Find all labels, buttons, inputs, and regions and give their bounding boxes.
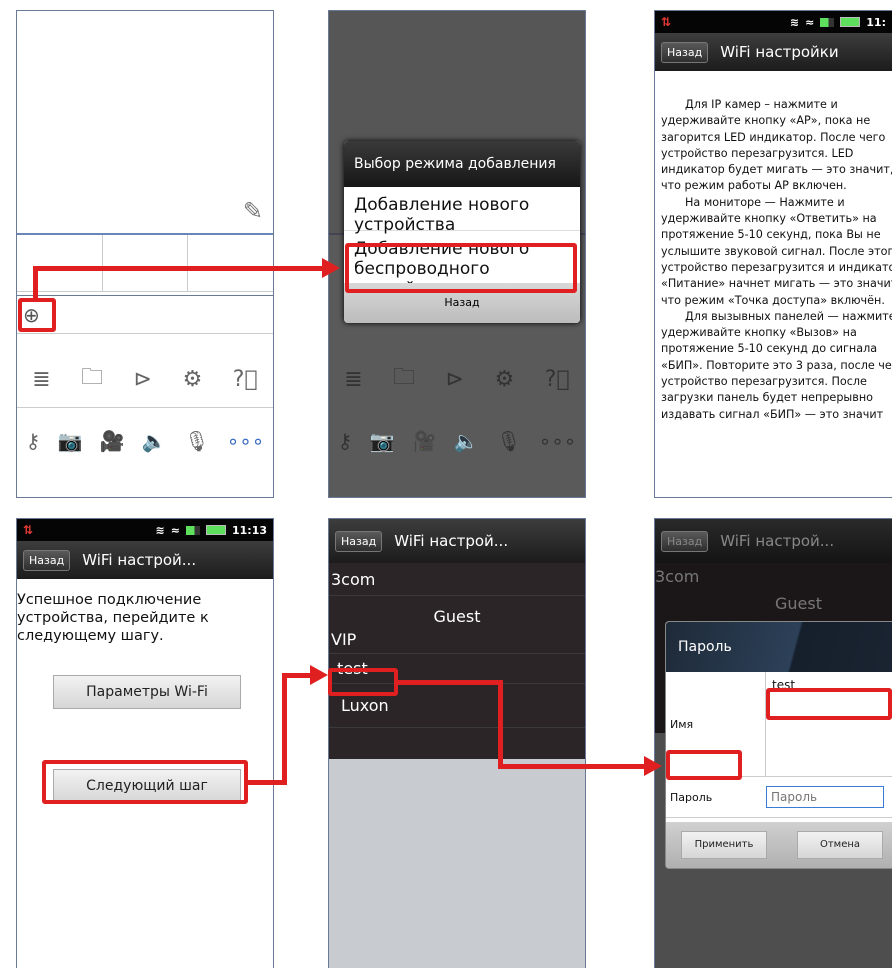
dialog-title: Выбор режима добавления bbox=[344, 141, 580, 187]
key-icon: ⚷ bbox=[337, 429, 353, 453]
vibrate-icon: ≋ bbox=[789, 15, 800, 29]
flow-arrow-3-head bbox=[644, 756, 662, 776]
title-bar: Назад WiFi настрой... bbox=[655, 519, 892, 563]
panel-network-list: Назад WiFi настрой... 3com Guest VIP tes… bbox=[328, 518, 586, 968]
battery-icon bbox=[840, 17, 861, 27]
password-dialog: Пароль Имя test Пароль Применить Отмена bbox=[665, 621, 892, 869]
wifi-icon: ≈ bbox=[170, 523, 180, 537]
highlight-next-step bbox=[42, 760, 248, 804]
back-button[interactable]: Назад bbox=[335, 530, 383, 552]
title-bar: Назад WiFi настрой... bbox=[329, 519, 585, 563]
signal-icon bbox=[820, 17, 835, 27]
panel-connection-success: ⇅ ≋ ≈11:13 Назад WiFi настрой... Успешное… bbox=[16, 518, 274, 968]
play-icon: ⊳ bbox=[445, 366, 465, 392]
gear-icon[interactable]: ⚙ bbox=[183, 367, 203, 392]
panel-password-dialog: Назад WiFi настрой... 3com Guest Пароль … bbox=[654, 518, 892, 968]
toolbar-row-2: ⚷ 📷 🎥 🔈 🎙 ∘∘∘ bbox=[17, 419, 273, 463]
status-time: 11:13 bbox=[231, 523, 267, 537]
page-title: WiFi настройки bbox=[720, 43, 839, 61]
video-icon[interactable]: 🎥 bbox=[100, 429, 125, 453]
back-button[interactable]: Назад bbox=[23, 549, 71, 571]
list-icon[interactable]: ≣ bbox=[32, 367, 50, 392]
page-title: WiFi настрой... bbox=[394, 532, 509, 550]
mic-icon: 🎙 bbox=[496, 429, 522, 453]
network-item: Guest bbox=[775, 594, 822, 613]
wifi-params-button[interactable]: Параметры Wi-Fi bbox=[53, 675, 241, 709]
option-new-device[interactable]: Добавление нового устройства bbox=[344, 187, 580, 235]
flow-arrow-1-horizontal bbox=[33, 266, 323, 271]
help-icon: ?⃝ bbox=[544, 366, 570, 392]
help-icon[interactable]: ?⃝ bbox=[233, 367, 258, 392]
flow-arrow-3-horizontal-b bbox=[498, 764, 646, 769]
flow-arrow-2-vertical bbox=[282, 675, 287, 785]
highlight-wireless-option bbox=[345, 243, 577, 293]
flow-arrow-2-horizontal-a bbox=[248, 780, 286, 785]
wifi-icon: ≈ bbox=[805, 15, 815, 29]
title-bar: Назад WiFi настройки bbox=[655, 33, 892, 71]
folder-icon[interactable]: 🗀 bbox=[81, 360, 103, 398]
password-label: Пароль bbox=[670, 790, 713, 804]
dialog-title: Пароль bbox=[666, 622, 892, 672]
instructions-text: Для IP камер – нажмите и удерживайте кно… bbox=[655, 71, 892, 423]
status-time: 11: bbox=[866, 15, 886, 29]
status-bar: ⇅ ≋ ≈11: bbox=[655, 11, 892, 33]
page-title: WiFi настрой... bbox=[720, 532, 835, 550]
instruction-ip-cameras: Для IP камер – нажмите и удерживайте кно… bbox=[661, 98, 892, 193]
flow-arrow-1-vertical bbox=[33, 268, 38, 300]
add-mode-dialog: Выбор режима добавления Добавление новог… bbox=[344, 141, 580, 323]
network-item[interactable]: Guest bbox=[329, 596, 585, 626]
camera-icon: 📷 bbox=[369, 429, 395, 453]
highlight-test-network bbox=[328, 668, 398, 696]
network-item[interactable]: VIP bbox=[329, 626, 585, 654]
page-title: WiFi настрой... bbox=[82, 551, 197, 569]
instruction-call-panels: Для вызывных панелей — нажмите и удержив… bbox=[661, 309, 892, 421]
cancel-button[interactable]: Отмена bbox=[797, 831, 883, 859]
toolbar-row-1: ≣ 🗀 ⊳ ⚙ ?⃝ bbox=[17, 357, 273, 401]
more-icon: ∘∘∘ bbox=[538, 429, 577, 453]
network-item[interactable]: 3com bbox=[329, 563, 585, 596]
speaker-icon: 🔈 bbox=[453, 429, 479, 453]
speaker-icon[interactable]: 🔈 bbox=[142, 429, 167, 453]
instruction-monitor: На мониторе — Нажмите и удерживайте кноп… bbox=[661, 195, 892, 307]
video-icon: 🎥 bbox=[411, 429, 437, 453]
panel-camera-toolbar: ⊕ ≣ 🗀 ⊳ ⚙ ?⃝ ⚷ 📷 🎥 🔈 🎙 ∘∘∘ bbox=[16, 10, 274, 498]
highlight-password-field bbox=[766, 688, 892, 720]
battery-icon bbox=[205, 525, 226, 535]
flow-arrow-2-horizontal-b bbox=[282, 673, 312, 678]
flow-arrow-2-head bbox=[310, 665, 328, 685]
folder-icon: 🗀 bbox=[393, 365, 416, 390]
highlight-apply-button bbox=[666, 750, 742, 780]
vibrate-icon: ≋ bbox=[155, 523, 165, 537]
flow-arrow-3-horizontal-a bbox=[398, 680, 502, 685]
flow-arrow-1-head bbox=[322, 258, 340, 278]
panel-wifi-instructions: ⇅ ≋ ≈11: Назад WiFi настройки Для IP каме… bbox=[654, 10, 892, 498]
back-button: Назад bbox=[661, 530, 709, 552]
success-message: Успешное подключение устройства, перейди… bbox=[17, 592, 209, 644]
key-icon[interactable]: ⚷ bbox=[26, 429, 41, 453]
signal-icon bbox=[185, 525, 200, 535]
play-icon[interactable]: ⊳ bbox=[134, 367, 152, 392]
apply-button[interactable]: Применить bbox=[681, 831, 767, 859]
network-list: 3com Guest VIP test Luxon bbox=[329, 563, 585, 759]
back-button[interactable]: Назад bbox=[661, 41, 709, 63]
highlight-add-icon bbox=[18, 298, 56, 332]
data-arrows-icon: ⇅ bbox=[661, 15, 672, 29]
camera-icon[interactable]: 📷 bbox=[58, 429, 83, 453]
gear-icon: ⚙ bbox=[494, 366, 515, 392]
password-input[interactable] bbox=[766, 786, 884, 808]
network-item: 3com bbox=[655, 567, 700, 586]
more-icon[interactable]: ∘∘∘ bbox=[227, 429, 265, 453]
status-bar: ⇅ ≋ ≈11:13 bbox=[17, 519, 273, 541]
title-bar: Назад WiFi настрой... bbox=[17, 541, 273, 579]
data-arrows-icon: ⇅ bbox=[23, 523, 34, 537]
mic-icon[interactable]: 🎙 bbox=[184, 429, 209, 453]
list-icon: ≣ bbox=[344, 366, 363, 392]
flow-arrow-3-vertical bbox=[498, 680, 503, 768]
